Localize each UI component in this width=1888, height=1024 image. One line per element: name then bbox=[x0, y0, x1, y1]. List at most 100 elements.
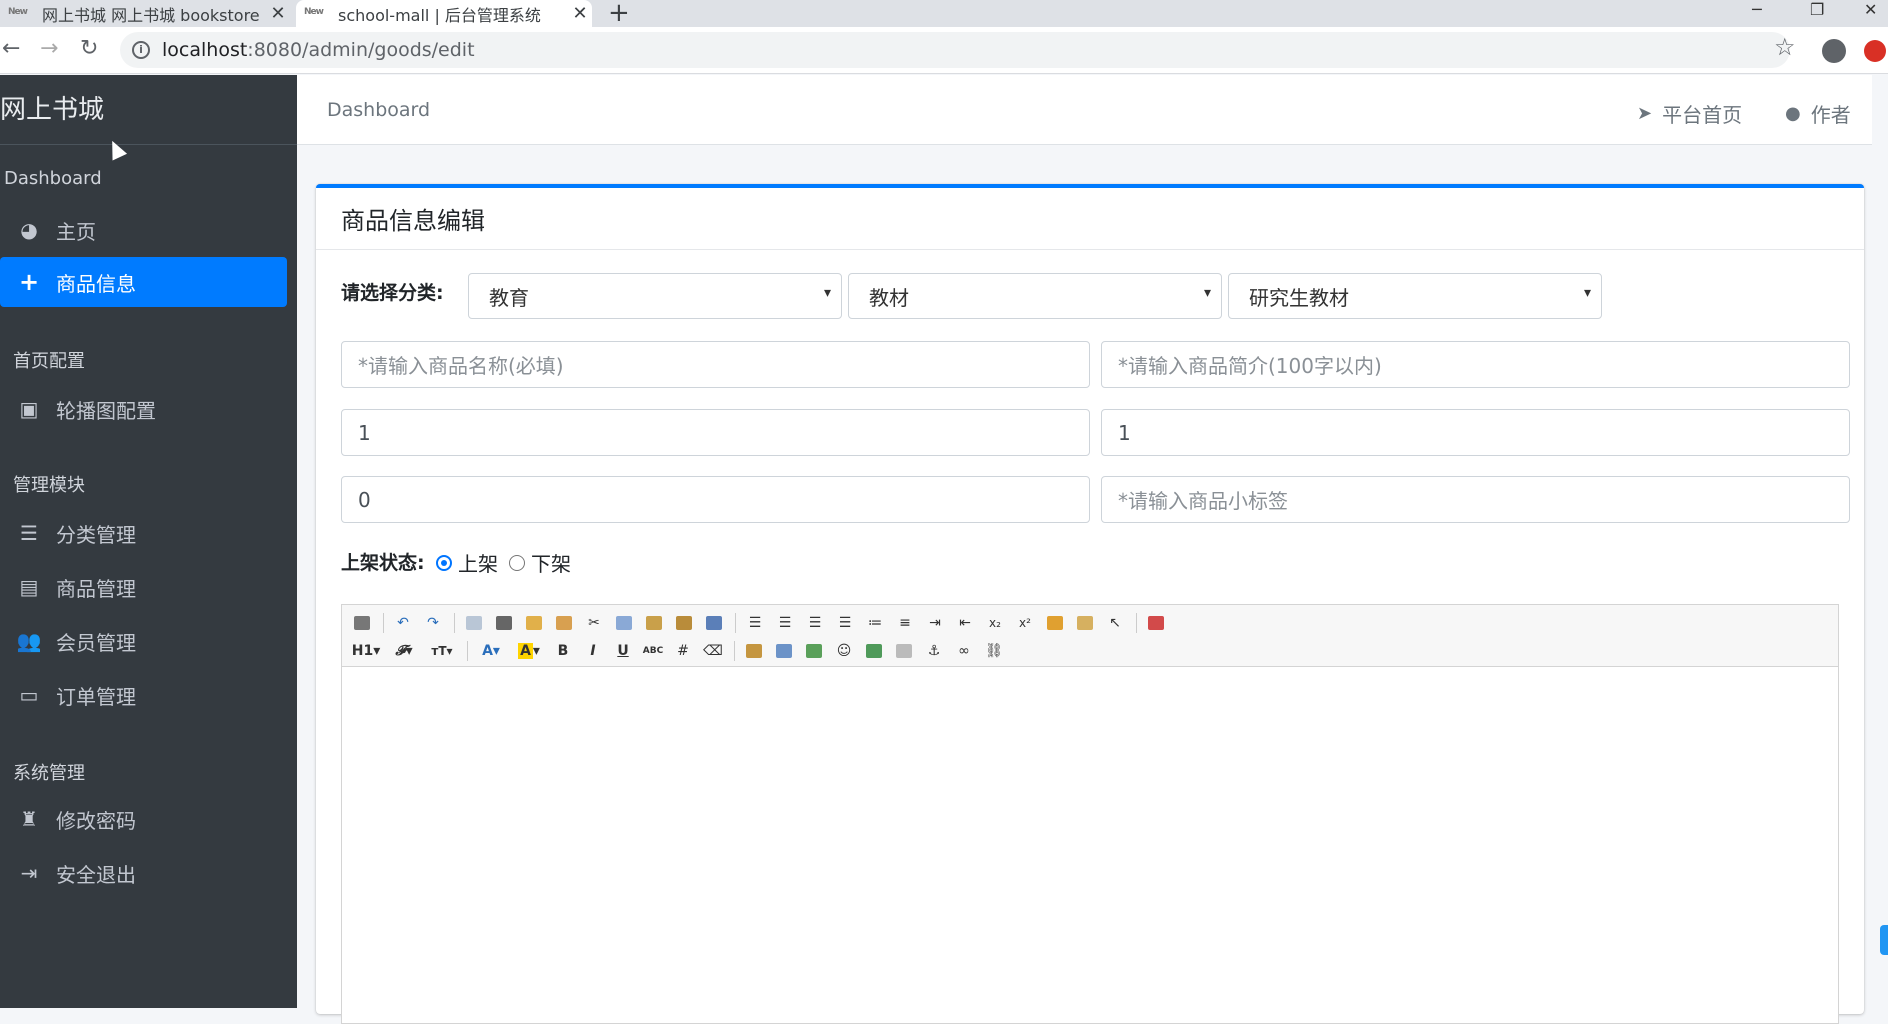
template-icon[interactable] bbox=[520, 611, 548, 635]
user-secret-icon: ♜ bbox=[20, 807, 38, 831]
sidebar-item-home[interactable]: ◕ 主页 bbox=[0, 205, 287, 255]
fullscreen-icon[interactable] bbox=[1142, 611, 1170, 635]
new-tab-button[interactable]: + bbox=[608, 0, 630, 28]
author-link[interactable]: ● 作者 bbox=[1785, 99, 1851, 128]
unordered-list-icon[interactable]: ≡ bbox=[891, 611, 919, 635]
subscript-icon[interactable]: x₂ bbox=[981, 611, 1009, 635]
pointer-icon[interactable]: ↖ bbox=[1101, 611, 1129, 635]
status-on-radio[interactable]: 上架 bbox=[436, 548, 498, 577]
category-level3-select[interactable]: 研究生教材 ▾ bbox=[1228, 273, 1602, 319]
print-icon[interactable] bbox=[490, 611, 518, 635]
italic-icon[interactable]: I bbox=[579, 639, 607, 663]
bookmark-star-icon[interactable]: ☆ bbox=[1774, 33, 1796, 61]
preview-icon[interactable] bbox=[460, 611, 488, 635]
heading-label: H1 bbox=[351, 643, 374, 659]
archive-icon: ▤ bbox=[19, 575, 39, 599]
anchor-icon[interactable]: ⚓ bbox=[920, 639, 948, 663]
align-right-icon[interactable]: ☰ bbox=[801, 611, 829, 635]
sidebar-item-label: 修改密码 bbox=[56, 808, 136, 833]
goods-field-4-input[interactable]: 1 bbox=[1101, 409, 1850, 456]
platform-home-link[interactable]: ➤ 平台首页 bbox=[1637, 99, 1742, 128]
cut-icon[interactable]: ✂ bbox=[580, 611, 608, 635]
card-title: 商品信息编辑 bbox=[316, 188, 1864, 250]
browser-tab-bookstore[interactable]: New 网上书城 网上书城 bookstore ✕ bbox=[0, 0, 290, 27]
outdent-icon[interactable]: ⇤ bbox=[951, 611, 979, 635]
align-justify-icon[interactable]: ☰ bbox=[831, 611, 859, 635]
reload-icon[interactable]: ↻ bbox=[80, 36, 98, 61]
sidebar-item-label: 分类管理 bbox=[56, 522, 136, 547]
rich-text-editor[interactable]: ↶ ↷ ✂ ☰ ☰ ☰ ☰ ≔ ≡ ⇥ ⇤ x₂ x² ↖ H1 ▾ 𝓕▾ тT… bbox=[341, 604, 1839, 1024]
source-icon[interactable] bbox=[348, 611, 376, 635]
undo-icon[interactable]: ↶ bbox=[389, 611, 417, 635]
sale-status-label: 上架状态: bbox=[341, 552, 425, 574]
radio-unchecked-icon[interactable] bbox=[509, 554, 525, 571]
paste-word-icon[interactable] bbox=[700, 611, 728, 635]
redo-icon[interactable]: ↷ bbox=[419, 611, 447, 635]
font-family-dropdown[interactable]: 𝓕▾ bbox=[386, 639, 422, 663]
code-icon[interactable] bbox=[550, 611, 578, 635]
sidebar-item-orders[interactable]: ▭ 订单管理 bbox=[0, 670, 287, 720]
scroll-handle[interactable] bbox=[1880, 925, 1888, 955]
highlight-color-icon[interactable]: A ▾ bbox=[511, 639, 547, 663]
paste-text-icon[interactable] bbox=[670, 611, 698, 635]
browser-tab-school-mall[interactable]: New school-mall | 后台管理系统 ✕ bbox=[296, 0, 592, 27]
close-icon[interactable]: ✕ bbox=[568, 3, 592, 24]
info-icon[interactable]: i bbox=[132, 41, 150, 59]
indent-icon[interactable]: ⇥ bbox=[921, 611, 949, 635]
back-icon[interactable]: ← bbox=[2, 36, 20, 61]
category-level1-select[interactable]: 教育 ▾ bbox=[468, 273, 842, 319]
font-color-icon[interactable]: A▾ bbox=[473, 639, 509, 663]
paper-plane-icon: ➤ bbox=[1637, 103, 1653, 124]
sidebar-item-category[interactable]: ☰ 分类管理 bbox=[0, 508, 287, 558]
line-height-icon[interactable]: # bbox=[669, 639, 697, 663]
extension-icon[interactable] bbox=[1864, 40, 1886, 62]
category-level2-select[interactable]: 教材 ▾ bbox=[848, 273, 1222, 319]
minimize-icon[interactable]: ─ bbox=[1752, 0, 1762, 19]
goods-intro-input[interactable]: *请输入商品简介(100字以内) bbox=[1101, 341, 1850, 388]
select-all-icon[interactable] bbox=[1071, 611, 1099, 635]
paste-icon[interactable] bbox=[640, 611, 668, 635]
breadcrumb[interactable]: Dashboard bbox=[327, 99, 430, 121]
profile-avatar-icon[interactable] bbox=[1822, 39, 1846, 63]
goods-name-input[interactable]: *请输入商品名称(必填) bbox=[341, 341, 1090, 388]
bold-icon[interactable]: B bbox=[549, 639, 577, 663]
insert-image-icon[interactable] bbox=[740, 639, 768, 663]
restore-icon[interactable]: ❐ bbox=[1810, 0, 1824, 19]
sidebar-item-carousel[interactable]: ▣ 轮播图配置 bbox=[0, 384, 287, 434]
close-icon[interactable]: ✕ bbox=[266, 3, 290, 24]
radio-checked-icon[interactable] bbox=[436, 554, 452, 571]
align-left-icon[interactable]: ☰ bbox=[741, 611, 769, 635]
goods-field-5-input[interactable]: 0 bbox=[341, 476, 1090, 523]
unlink-icon[interactable]: ⛓ bbox=[980, 639, 1008, 663]
page-break-icon[interactable] bbox=[890, 639, 918, 663]
emoticon-icon[interactable]: ☺ bbox=[830, 639, 858, 663]
image-upload-icon[interactable] bbox=[860, 639, 888, 663]
url-input[interactable]: i localhost:8080/admin/goods/edit bbox=[120, 32, 1790, 68]
table-icon[interactable] bbox=[770, 639, 798, 663]
copy-icon[interactable] bbox=[610, 611, 638, 635]
ordered-list-icon[interactable]: ≔ bbox=[861, 611, 889, 635]
link-icon[interactable]: ∞ bbox=[950, 639, 978, 663]
sidebar-item-goods-info[interactable]: + 商品信息 bbox=[0, 257, 287, 307]
underline-icon[interactable]: U bbox=[609, 639, 637, 663]
eraser-icon[interactable]: ⌫ bbox=[699, 639, 727, 663]
sidebar-item-change-password[interactable]: ♜ 修改密码 bbox=[0, 794, 287, 844]
sidebar-item-members[interactable]: 👥 会员管理 bbox=[0, 616, 287, 666]
strikethrough-icon[interactable]: ABC bbox=[639, 639, 667, 663]
brand-title[interactable]: 网上书城 bbox=[0, 75, 297, 145]
forward-icon[interactable]: → bbox=[40, 36, 58, 61]
sidebar-item-goods[interactable]: ▤ 商品管理 bbox=[0, 562, 287, 612]
tab-title: 网上书城 网上书城 bookstore bbox=[42, 5, 260, 25]
font-size-dropdown[interactable]: тT▾ bbox=[424, 639, 460, 663]
insert-row-icon[interactable] bbox=[800, 639, 828, 663]
superscript-icon[interactable]: x² bbox=[1011, 611, 1039, 635]
window-close-icon[interactable]: ✕ bbox=[1864, 0, 1877, 19]
clear-format-icon[interactable] bbox=[1041, 611, 1069, 635]
align-center-icon[interactable]: ☰ bbox=[771, 611, 799, 635]
goods-tag-input[interactable]: *请输入商品小标签 bbox=[1101, 476, 1850, 523]
status-off-radio[interactable]: 下架 bbox=[509, 548, 571, 577]
address-bar: ← → ↻ i localhost:8080/admin/goods/edit … bbox=[0, 27, 1888, 74]
sidebar-item-logout[interactable]: ⇥ 安全退出 bbox=[0, 848, 287, 898]
heading-dropdown[interactable]: H1 ▾ bbox=[348, 639, 384, 663]
goods-field-3-input[interactable]: 1 bbox=[341, 409, 1090, 456]
